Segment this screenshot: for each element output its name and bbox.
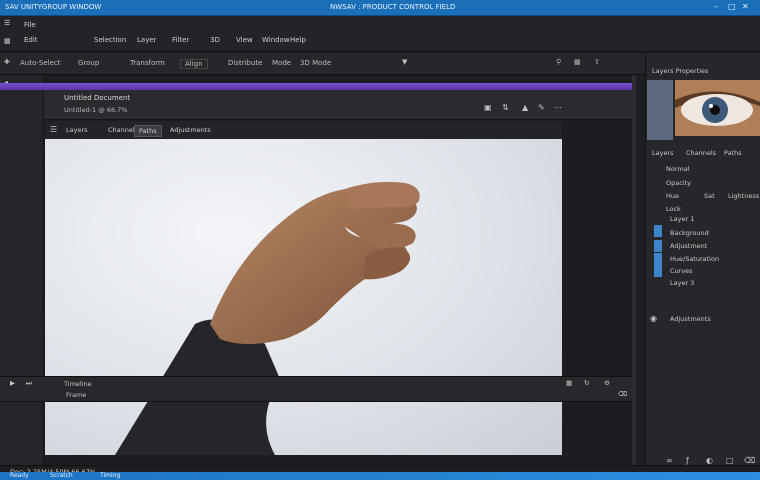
panel-tab-layers[interactable]: Layers (652, 149, 674, 157)
options-bar: ✚ Auto-Select Group Transform Align Dist… (0, 53, 645, 75)
mode-label: Mode (272, 59, 292, 67)
pin-icon[interactable]: ▼ (402, 59, 407, 66)
menu-selection[interactable]: Selection (94, 36, 126, 44)
eye-preview-image (675, 80, 760, 136)
taskbar: Ready Scratch Timing (0, 472, 760, 480)
adjust-sat[interactable]: Sat (704, 192, 715, 200)
adjustments-item[interactable]: Adjustments (670, 315, 711, 323)
link-icon[interactable]: ∞ (666, 457, 673, 465)
tab-layers[interactable]: Layers (62, 125, 92, 135)
close-icon[interactable]: ✕ (742, 2, 749, 11)
document-subtabs: ☰ Layers Channels Paths Adjustments (44, 121, 562, 139)
app-title: SAV UNITYGROUP WINDOW (5, 3, 102, 11)
trash-icon[interactable]: ⌫ (618, 391, 627, 398)
menu-bar: File ☰ ▦ Edit Selection Layer Filter 3D … (0, 16, 760, 52)
more-icon[interactable]: ⋯ (554, 104, 562, 112)
timeline-panel: ▶ ⏭ Timeline Frame ▦ ↻ ⚙ ⌫ (0, 376, 632, 402)
navigator-thumb[interactable] (647, 80, 673, 140)
transform-toggle[interactable]: Transform (130, 59, 165, 67)
layer-hue-sat[interactable]: Hue/Saturation (670, 255, 719, 263)
title-bar: SAV UNITYGROUP WINDOW NWSAV : PRODUCT CO… (0, 0, 760, 16)
taskbar-ready[interactable]: Ready (10, 472, 29, 479)
tools-panel: ◂ (0, 75, 44, 465)
fx-icon[interactable]: ƒ (686, 457, 689, 465)
document-zoom: Untitled-1 @ 66.7% (64, 106, 128, 114)
new-layer-icon[interactable]: □ (726, 457, 734, 465)
menu-window[interactable]: Window (262, 36, 290, 44)
step-icon[interactable]: ⏭ (26, 380, 32, 387)
tab-paths[interactable]: Paths (134, 125, 162, 137)
layer-thumb (654, 225, 662, 237)
group-dropdown[interactable]: Group (78, 59, 99, 67)
loop-icon[interactable]: ↻ (584, 380, 589, 387)
convert-icon[interactable]: ▦ (566, 380, 572, 387)
align-button[interactable]: Align (180, 59, 208, 69)
panel-tab-channels[interactable]: Channels (686, 149, 716, 157)
layer-1[interactable]: Layer 1 (670, 215, 694, 223)
render-icon[interactable]: ⚙ (604, 380, 610, 387)
edit-icon[interactable]: ✎ (538, 104, 545, 112)
layer-thumb (654, 240, 662, 252)
document-name: Untitled Document (64, 94, 131, 102)
menu-edit[interactable]: Edit (24, 36, 38, 44)
eye-visibility-icon[interactable]: ◉ (650, 315, 657, 323)
canvas[interactable] (45, 139, 562, 455)
blend-mode[interactable]: Normal (666, 165, 690, 173)
vertical-scrollbar[interactable] (632, 75, 636, 465)
tool-icon[interactable]: ▦ (4, 38, 11, 45)
opacity-field[interactable]: Opacity (666, 179, 691, 187)
share-icon[interactable]: ⇧ (594, 59, 600, 66)
play-icon[interactable]: ▶ (10, 380, 15, 387)
lock-row[interactable]: Lock (666, 205, 681, 213)
sub-menu-icon[interactable]: ☰ (50, 126, 57, 134)
menu-help[interactable]: Help (290, 36, 306, 44)
document-title: NWSAV : PRODUCT CONTROL FIELD (330, 3, 456, 11)
workspace-icon[interactable]: ▦ (574, 59, 581, 66)
layer-adjustment[interactable]: Adjustment (670, 242, 707, 250)
taskbar-scratch[interactable]: Scratch (50, 472, 73, 479)
hand-artwork (115, 181, 420, 455)
delete-layer-icon[interactable]: ⌫ (744, 457, 755, 465)
layer-3[interactable]: Layer 3 (670, 279, 694, 287)
document-tab-strip (0, 83, 632, 90)
menu-file[interactable]: File (24, 21, 36, 29)
move-tool-icon[interactable]: ✚ (4, 59, 10, 66)
frame-label: Frame (66, 391, 87, 399)
distribute-button[interactable]: Distribute (228, 59, 262, 67)
layer-thumb (654, 265, 662, 277)
3d-mode-button[interactable]: 3D Mode (300, 59, 331, 67)
frame-icon[interactable]: ▣ (484, 104, 492, 112)
timeline-label: Timeline (64, 380, 92, 388)
menu-view[interactable]: View (236, 36, 253, 44)
search-icon[interactable]: ⚲ (556, 59, 561, 66)
maximize-icon[interactable]: □ (728, 2, 736, 11)
adjust-lightness[interactable]: Lightness (728, 192, 759, 200)
menu-3d[interactable]: 3D (210, 36, 220, 44)
layer-thumb (654, 253, 662, 265)
taskbar-timing[interactable]: Timing (100, 472, 120, 479)
mask-icon[interactable]: ◐ (706, 457, 713, 465)
document-header: Untitled Document Untitled-1 @ 66.7% ▣ ⇅… (44, 90, 632, 120)
menu-filter[interactable]: Filter (172, 36, 189, 44)
menu-icon[interactable]: ☰ (4, 20, 10, 27)
panel-header: Layers Properties (652, 67, 709, 75)
layer-background[interactable]: Background (670, 229, 709, 237)
menu-layer[interactable]: Layer (137, 36, 157, 44)
panel-tab-paths[interactable]: Paths (724, 149, 742, 157)
minimize-icon[interactable]: – (714, 2, 718, 11)
auto-select-toggle[interactable]: Auto-Select (20, 59, 61, 67)
adjust-hue[interactable]: Hue (666, 192, 679, 200)
layer-curves[interactable]: Curves (670, 267, 693, 275)
tab-adjustments[interactable]: Adjustments (166, 125, 215, 135)
up-icon[interactable]: ▲ (522, 104, 528, 112)
arrange-icon[interactable]: ⇅ (502, 104, 509, 112)
